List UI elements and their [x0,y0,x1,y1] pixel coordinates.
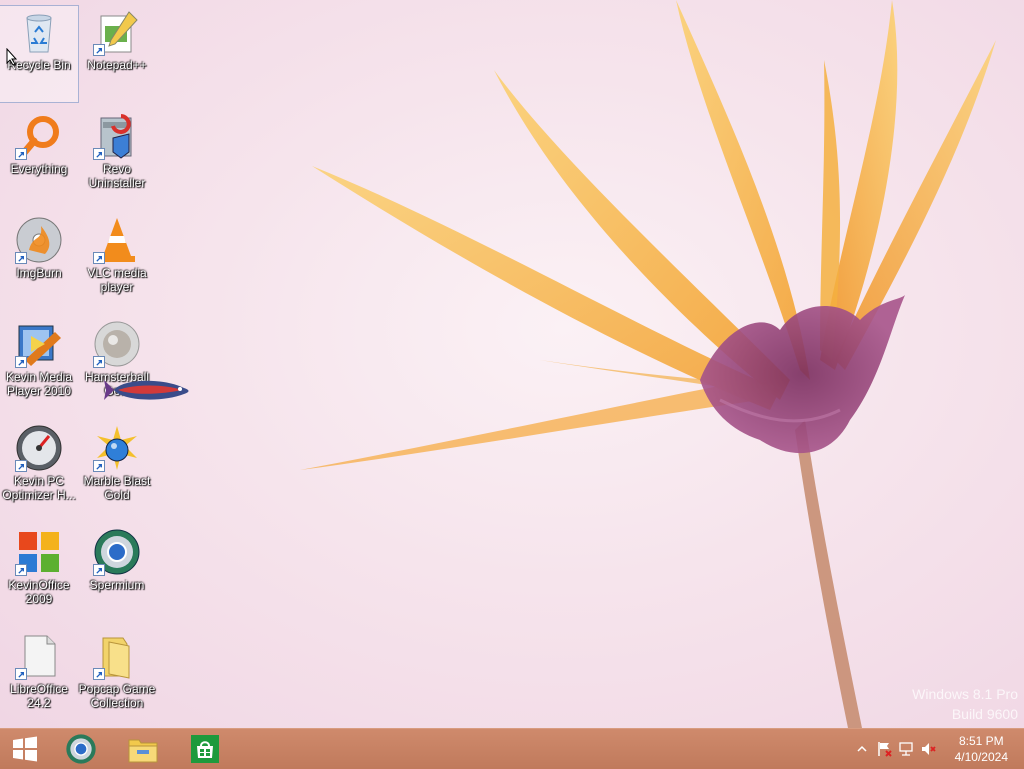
shortcut-arrow-icon [15,460,27,472]
icon-label: Popcap Game Collection [78,682,156,710]
desktop-icon-spermium[interactable]: Spermium [78,526,156,622]
shortcut-arrow-icon [15,148,27,160]
media-player-icon [15,320,63,368]
mouse-cursor [6,48,18,66]
desktop-icon-revo-uninstaller[interactable]: Revo Uninstaller [78,110,156,206]
hamsterball-icon [93,320,141,368]
desktop-icon-kevinoffice[interactable]: KevinOffice 2009 [0,526,78,622]
shortcut-arrow-icon [93,44,105,56]
icon-label: KevinOffice 2009 [8,578,70,606]
shortcut-arrow-icon [93,460,105,472]
shortcut-arrow-icon [93,356,105,368]
everything-search-icon [15,112,63,160]
recycle-bin-icon [15,8,63,56]
desktop-icon-popcap-game-collection[interactable]: Popcap Game Collection [78,630,156,726]
shortcut-arrow-icon [93,668,105,680]
taskbar: 8:51 PM 4/10/2024 [0,728,1024,769]
shortcut-arrow-icon [15,564,27,576]
icon-label: Marble Blast Gold [83,474,151,502]
windows-watermark: Windows 8.1 Pro Build 9600 [912,684,1018,724]
windows-logo-icon [13,736,37,762]
icon-label: Revo Uninstaller [88,162,146,190]
vlc-icon [93,216,141,264]
store-icon [191,735,219,763]
desktop-icon-everything[interactable]: Everything [0,110,78,206]
watermark-edition: Windows 8.1 Pro [912,686,1018,702]
clock-date: 4/10/2024 [954,750,1008,764]
file-explorer-icon [128,739,158,763]
icon-label: Spermium [89,578,145,592]
icon-label: VLC media player [87,266,147,294]
desktop-icon-vlc[interactable]: VLC media player [78,214,156,310]
marble-blast-icon [93,424,141,472]
shortcut-arrow-icon [15,252,27,264]
volume-muted-icon[interactable] [920,741,936,757]
icon-label: Everything [10,162,68,176]
network-icon[interactable] [898,741,914,757]
clock[interactable]: 8:51 PM 4/10/2024 [955,733,1008,765]
spermium-browser-icon [93,528,141,576]
taskbar-file-explorer-button[interactable] [120,729,166,769]
icon-label: ImgBurn [16,266,62,280]
notepad-plus-plus-icon [93,8,141,56]
action-center-flag-icon[interactable] [876,741,892,757]
shortcut-arrow-icon [93,564,105,576]
icon-label: Kevin Media Player 2010 [5,370,73,398]
shortcut-arrow-icon [93,252,105,264]
libreoffice-icon [15,632,63,680]
desktop-icon-libreoffice[interactable]: LibreOffice 24.2 [0,630,78,726]
office-icon [15,528,63,576]
pc-optimizer-icon [15,424,63,472]
shortcut-arrow-icon [15,356,27,368]
icon-label: Notepad++ [87,58,147,72]
watermark-build: Build 9600 [951,706,1018,722]
taskbar-store-button[interactable] [182,729,228,769]
spermium-browser-icon [66,734,96,764]
imgburn-icon [15,216,63,264]
revo-uninstaller-icon [93,112,141,160]
start-button[interactable] [0,729,50,769]
clock-time: 8:51 PM [958,734,1004,748]
shortcut-arrow-icon [93,148,105,160]
icon-label: LibreOffice 24.2 [10,682,68,710]
system-tray: 8:51 PM 4/10/2024 [834,729,1024,769]
desktop-fish[interactable] [104,372,196,408]
shortcut-arrow-icon [15,668,27,680]
desktop-icon-marble-blast[interactable]: Marble Blast Gold [78,422,156,518]
folder-icon [93,632,141,680]
desktop-icon-notepad-plus-plus[interactable]: Notepad++ [78,6,156,102]
taskbar-spermium-button[interactable] [58,729,104,769]
desktop[interactable]: Recycle Bin Notepad++ Everything Revo Un… [0,0,1024,728]
desktop-icon-imgburn[interactable]: ImgBurn [0,214,78,310]
desktop-icon-kevin-media-player[interactable]: Kevin Media Player 2010 [0,318,78,414]
show-hidden-icons-chevron[interactable] [854,741,870,757]
desktop-icon-kevin-pc-optimizer[interactable]: Kevin PC Optimizer H... [0,422,78,518]
icon-label: Kevin PC Optimizer H... [2,474,76,502]
